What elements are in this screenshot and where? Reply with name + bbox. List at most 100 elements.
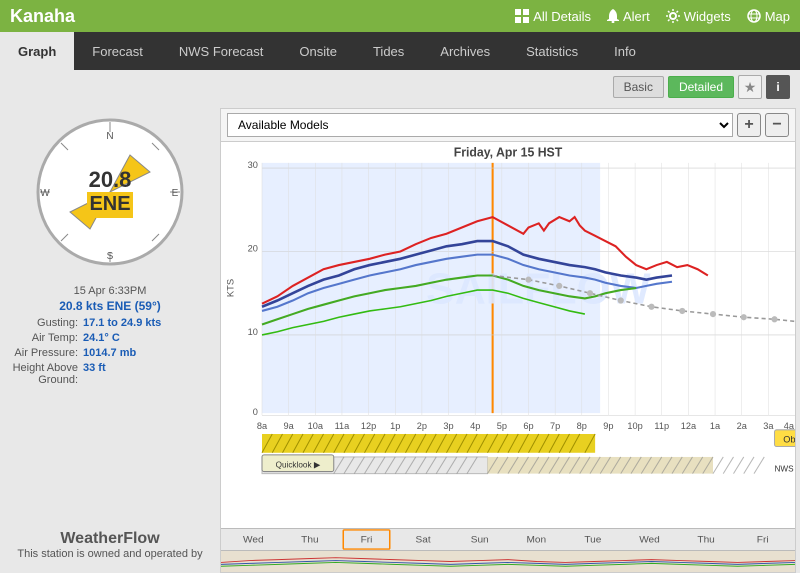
tab-nws-forecast[interactable]: NWS Forecast [161,32,282,70]
svg-text:Sun: Sun [471,535,489,546]
map-link[interactable]: Map [747,9,790,24]
tab-graph[interactable]: Graph [0,32,74,70]
svg-text:2a: 2a [737,421,748,431]
svg-text:10p: 10p [627,421,642,431]
gusting-label: Gusting: [8,317,83,329]
mini-chart [221,550,795,572]
svg-text:11p: 11p [654,421,669,431]
widgets-link[interactable]: Widgets [666,9,731,24]
svg-text:Thu: Thu [301,535,318,546]
svg-text:NWS Mar: NWS Mar [774,464,795,473]
svg-text:8a: 8a [257,421,268,431]
svg-text:W: W [40,188,50,199]
air-temp-row: Air Temp: 24.1° C [8,332,212,344]
svg-text:Wed: Wed [639,535,660,546]
svg-text:4a: 4a [784,421,795,431]
grid-icon [515,9,529,23]
tab-bar: Graph Forecast NWS Forecast Onsite Tides… [0,32,800,70]
svg-text:3p: 3p [443,421,453,431]
branding-tagline: This station is owned and operated by [17,548,202,560]
svg-text:0: 0 [253,407,258,417]
svg-text:KTS: KTS [225,279,235,297]
chart-area: Friday, Apr 15 HST 8a 9a 10a 11a 12p 1p … [221,142,795,572]
svg-text:4p: 4p [470,421,480,431]
svg-text:Observed: Observed [783,434,795,444]
air-temp-value: 24.1° C [83,332,120,344]
svg-text:10a: 10a [308,421,324,431]
svg-text:Tue: Tue [584,535,602,546]
svg-text:2p: 2p [417,421,427,431]
speed-display: 20.8 kts ENE (59°) [8,299,212,313]
favorite-button[interactable]: ★ [738,75,762,99]
gear-icon [666,9,680,23]
svg-text:12p: 12p [361,421,376,431]
air-pressure-value: 1014.7 mb [83,347,136,359]
compass-container: N S W E 20.8 ENE [35,117,185,267]
stats-table: 15 Apr 6:33PM 20.8 kts ENE (59°) Gusting… [8,280,212,389]
svg-text:9p: 9p [603,421,613,431]
tab-archives[interactable]: Archives [422,32,508,70]
tab-info[interactable]: Info [596,32,654,70]
svg-text:E: E [172,188,179,199]
compass-svg: N S W E 20.8 ENE [35,117,185,267]
header-nav: All Details Alert Widgets Map [515,9,790,24]
models-zoom-in-button[interactable]: + [737,113,761,137]
height-label: Height AboveGround: [8,362,83,386]
date-display: 15 Apr 6:33PM [8,285,212,297]
main-chart-svg: Friday, Apr 15 HST 8a 9a 10a 11a 12p 1p … [221,142,795,507]
air-pressure-label: Air Pressure: [8,347,83,359]
svg-text:30: 30 [248,160,258,170]
svg-text:1a: 1a [710,421,721,431]
site-title: Kanaha [10,6,75,27]
svg-text:S: S [107,251,114,262]
svg-text:Quicklook ▶: Quicklook ▶ [276,460,321,469]
detailed-view-button[interactable]: Detailed [668,76,734,98]
gusting-row: Gusting: 17.1 to 24.9 kts [8,317,212,329]
svg-text:20.8: 20.8 [89,167,132,192]
height-row: Height AboveGround: 33 ft [8,362,212,386]
svg-text:N: N [106,131,113,142]
basic-view-button[interactable]: Basic [613,76,664,98]
left-panel: N S W E 20.8 ENE 15 Apr 6:33PM 20.8 kts … [0,104,220,573]
svg-text:Mon: Mon [526,535,546,546]
tab-statistics[interactable]: Statistics [508,32,596,70]
weatherflow-brand: WeatherFlow This station is owned and op… [17,525,202,565]
svg-text:Sat: Sat [416,535,431,546]
svg-text:8p: 8p [577,421,587,431]
timeline-bar: Wed Thu Fri Sat Sun Mon Tue Wed Thu Fri [221,528,795,550]
air-pressure-row: Air Pressure: 1014.7 mb [8,347,212,359]
right-panel: Available Models + − Friday, Apr 15 HST … [220,108,796,573]
svg-text:7p: 7p [550,421,560,431]
alert-link[interactable]: Alert [607,9,650,24]
svg-text:20: 20 [248,243,258,253]
models-select[interactable]: Available Models [227,113,733,137]
svg-text:5p: 5p [497,421,507,431]
info-button[interactable]: i [766,75,790,99]
tab-forecast[interactable]: Forecast [74,32,161,70]
bell-icon [607,9,619,23]
svg-text:Thu: Thu [697,535,714,546]
svg-text:Wed: Wed [243,535,264,546]
tab-onsite[interactable]: Onsite [281,32,355,70]
models-bar: Available Models + − [221,109,795,142]
map-icon [747,9,761,23]
view-toggle-bar: Basic Detailed ★ i [0,70,800,104]
all-details-link[interactable]: All Details [515,9,591,24]
header: Kanaha All Details Alert Widgets Map [0,0,800,32]
svg-text:ENE: ENE [89,193,130,215]
air-temp-label: Air Temp: [8,332,83,344]
svg-text:Fri: Fri [361,535,373,546]
svg-text:11a: 11a [335,421,351,431]
svg-text:Friday, Apr 15 HST: Friday, Apr 15 HST [454,146,563,160]
svg-text:12a: 12a [681,421,697,431]
svg-text:1p: 1p [390,421,400,431]
gusting-value: 17.1 to 24.9 kts [83,317,161,329]
height-value: 33 ft [83,362,106,374]
main-content: N S W E 20.8 ENE 15 Apr 6:33PM 20.8 kts … [0,104,800,573]
svg-text:3a: 3a [763,421,774,431]
weatherflow-name: WeatherFlow [17,530,202,548]
svg-text:10: 10 [248,327,258,337]
tab-tides[interactable]: Tides [355,32,422,70]
models-zoom-out-button[interactable]: − [765,113,789,137]
svg-text:9a: 9a [284,421,295,431]
